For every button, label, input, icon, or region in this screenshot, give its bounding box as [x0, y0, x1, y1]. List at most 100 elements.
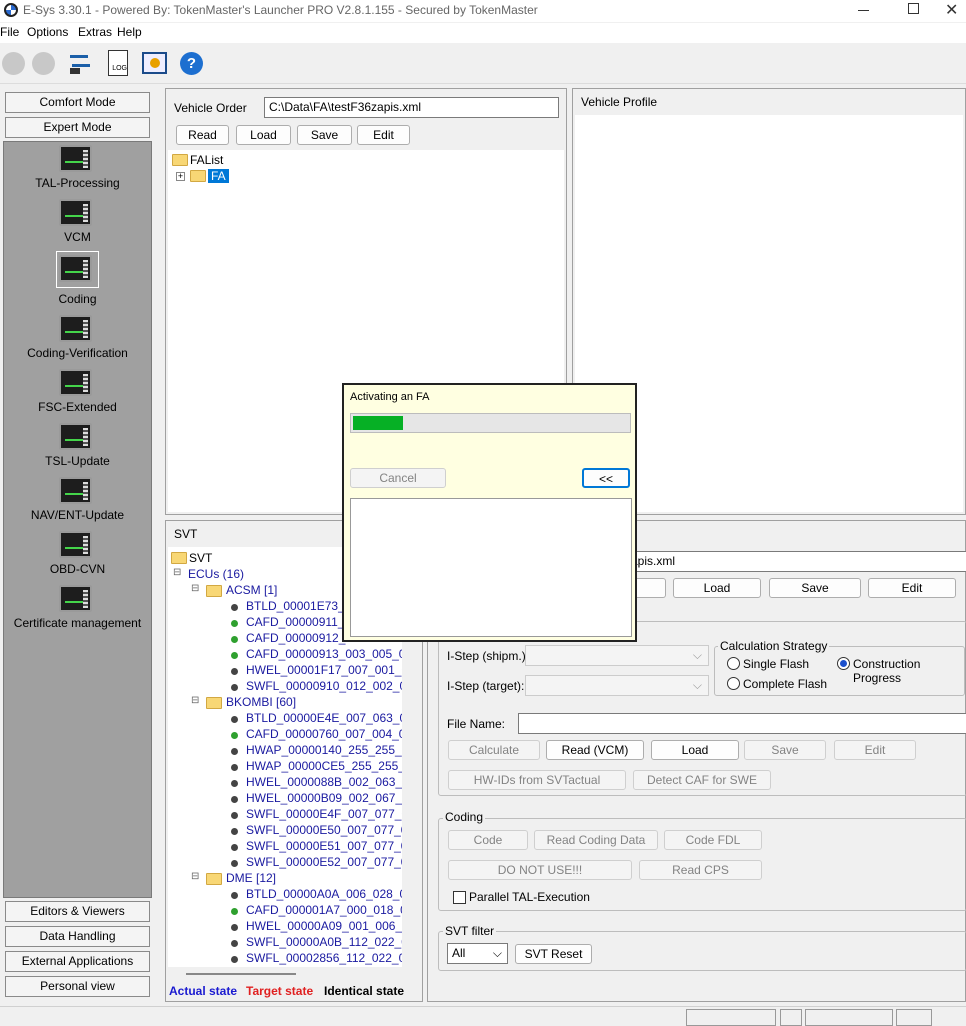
module-icon[interactable] — [59, 477, 92, 504]
expert-mode-button[interactable]: Expert Mode — [5, 117, 150, 138]
tree-node-ecu-item[interactable]: SWFL_00000E52_007_077_001 — [246, 855, 402, 869]
load-button[interactable]: Load — [236, 125, 291, 145]
tree-node-ecu-item[interactable]: HWEL_0000088B_002_063_002 — [246, 775, 402, 789]
calculate-button[interactable]: Calculate — [448, 740, 540, 760]
vehicle-order-path-field[interactable]: C:\Data\FA\testF36zapis.xml — [264, 97, 559, 118]
tree-node-fa[interactable]: FA — [208, 169, 229, 183]
module-icon[interactable] — [59, 255, 92, 282]
collapse-icon[interactable]: ⊟ — [191, 871, 199, 882]
tree-node-falist[interactable]: FAList — [190, 153, 223, 167]
tal-file-load-button[interactable]: Load — [651, 740, 739, 760]
tree-node-ecu-item[interactable]: BTLD_00000A0A_006_028_000 — [246, 887, 402, 901]
hw-ids-button[interactable]: HW-IDs from SVTactual — [448, 770, 626, 790]
menu-extras[interactable]: Extras — [78, 25, 112, 39]
detect-caf-button[interactable]: Detect CAF for SWE — [633, 770, 771, 790]
module-fsc-extended[interactable]: FSC-Extended — [5, 400, 150, 414]
close-icon[interactable]: ✕ — [945, 0, 958, 20]
module-tsl-update[interactable]: TSL-Update — [5, 454, 150, 468]
code-fdl-button[interactable]: Code FDL — [664, 830, 762, 850]
connect-icon[interactable] — [68, 50, 92, 76]
complete-flash-radio[interactable] — [727, 677, 740, 690]
module-icon[interactable] — [59, 145, 92, 172]
read-button[interactable]: Read — [176, 125, 229, 145]
dialog-cancel-button[interactable]: Cancel — [350, 468, 446, 488]
log-icon[interactable]: LOG — [108, 50, 128, 76]
external-applications-button[interactable]: External Applications — [5, 951, 150, 972]
personal-view-button[interactable]: Personal view — [5, 976, 150, 997]
module-icon[interactable] — [59, 585, 92, 612]
read-coding-data-button[interactable]: Read Coding Data — [534, 830, 658, 850]
single-flash-radio[interactable] — [727, 657, 740, 670]
tree-node-ecu-item[interactable]: CAFD_00000760_007_004_011 — [246, 727, 402, 741]
tree-node-ecu-item[interactable]: SWFL_00000E50_007_077_002 — [246, 823, 402, 837]
menu-help[interactable]: Help — [117, 25, 142, 39]
menu-file[interactable]: File — [0, 25, 19, 39]
read-vcm-button[interactable]: Read (VCM) — [546, 740, 644, 760]
module-vcm[interactable]: VCM — [5, 230, 150, 244]
collapse-icon[interactable]: ⊟ — [191, 695, 199, 706]
collapse-icon[interactable]: ⊟ — [173, 567, 181, 578]
module-icon[interactable] — [59, 369, 92, 396]
tal-save-button[interactable]: Save — [769, 578, 861, 598]
tal-file-save-button[interactable]: Save — [744, 740, 826, 760]
module-nav-ent-update[interactable]: NAV/ENT-Update — [5, 508, 150, 522]
read-cps-button[interactable]: Read CPS — [639, 860, 762, 880]
help-icon[interactable]: ? — [180, 52, 203, 75]
module-icon[interactable] — [59, 531, 92, 558]
tree-node-ecu-item[interactable]: CAFD_000001A7_000_018_009 — [246, 903, 402, 917]
module-coding[interactable]: Coding — [5, 292, 150, 306]
menu-options[interactable]: Options — [27, 25, 68, 39]
settings-icon[interactable] — [142, 52, 167, 74]
tal-file-edit-button[interactable]: Edit — [834, 740, 916, 760]
tree-node-ecu-item[interactable]: HWAP_00000CE5_255_255_255 — [246, 759, 402, 773]
construction-progress-radio[interactable] — [837, 657, 850, 670]
parallel-tal-checkbox[interactable] — [453, 891, 466, 904]
tree-node-ecu-item[interactable]: SWFL_00002856_112_022_008 — [246, 951, 402, 965]
tree-node-ecu-item[interactable]: SWFL_00000A0B_112_022_000 — [246, 935, 402, 949]
tree-node-ecu-item[interactable]: HWEL_00001F17_007_001_000 — [246, 663, 402, 677]
module-icon[interactable] — [59, 315, 92, 342]
maximize-icon[interactable] — [908, 3, 919, 14]
tree-node-ecus[interactable]: ECUs (16) — [188, 567, 244, 581]
save-button[interactable]: Save — [297, 125, 352, 145]
module-icon[interactable] — [59, 199, 92, 226]
minimize-icon[interactable] — [858, 10, 869, 11]
tal-path-field[interactable]: apis.xml — [626, 551, 966, 572]
istep-shipm-select[interactable]: ⌵ — [525, 645, 709, 666]
do-not-use-button[interactable]: DO NOT USE!!! — [448, 860, 632, 880]
tree-node-svt[interactable]: SVT — [189, 551, 212, 565]
tree-node-ecu-item[interactable]: SWFL_00000910_012_002_000 — [246, 679, 402, 693]
collapse-icon[interactable]: ⊟ — [191, 583, 199, 594]
tree-node-ecu-item[interactable]: BTLD_00000E4E_007_063_000 — [246, 711, 402, 725]
tree-node-ecu-item[interactable]: HWEL_00000B09_002_067_002 — [246, 791, 402, 805]
svt-reset-button[interactable]: SVT Reset — [515, 944, 592, 964]
module-obd-cvn[interactable]: OBD-CVN — [5, 562, 150, 576]
tree-node-ecu-group[interactable]: BKOMBI [60] — [226, 695, 296, 709]
editors-viewers-button[interactable]: Editors & Viewers — [5, 901, 150, 922]
istep-target-select[interactable]: ⌵ — [525, 675, 709, 696]
expand-icon[interactable]: + — [176, 172, 185, 181]
tal-edit-button[interactable]: Edit — [868, 578, 956, 598]
data-handling-button[interactable]: Data Handling — [5, 926, 150, 947]
back-icon[interactable] — [2, 52, 25, 75]
code-button[interactable]: Code — [448, 830, 528, 850]
dialog-toggle-button[interactable]: << — [582, 468, 630, 488]
tal-load-button[interactable]: Load — [673, 578, 761, 598]
tree-node-ecu-group[interactable]: DME [12] — [226, 871, 276, 885]
tree-node-ecu-item[interactable]: CAFD_00000913_003_005_004 — [246, 647, 402, 661]
tree-node-ecu-item[interactable]: SWFL_00000E4F_007_077_020 — [246, 807, 402, 821]
tree-node-ecu-item[interactable]: SWFL_00000E51_007_077_000 — [246, 839, 402, 853]
forward-icon[interactable] — [32, 52, 55, 75]
module-tal-processing[interactable]: TAL-Processing — [5, 176, 150, 190]
tree-node-ecu-item[interactable]: HWEL_00000A09_001_006_001 — [246, 919, 402, 933]
file-name-field[interactable] — [518, 713, 966, 734]
comfort-mode-button[interactable]: Comfort Mode — [5, 92, 150, 113]
module-certificate-management[interactable]: Certificate management — [5, 616, 150, 630]
edit-button[interactable]: Edit — [357, 125, 410, 145]
module-icon[interactable] — [59, 423, 92, 450]
svt-filter-select[interactable]: All ⌵ — [447, 943, 508, 964]
svt-scrollbar[interactable] — [186, 973, 296, 975]
tree-node-ecu-item[interactable]: HWAP_00000140_255_255_255 — [246, 743, 402, 757]
module-coding-verification[interactable]: Coding-Verification — [5, 346, 150, 360]
tree-node-ecu-group[interactable]: ACSM [1] — [226, 583, 277, 597]
